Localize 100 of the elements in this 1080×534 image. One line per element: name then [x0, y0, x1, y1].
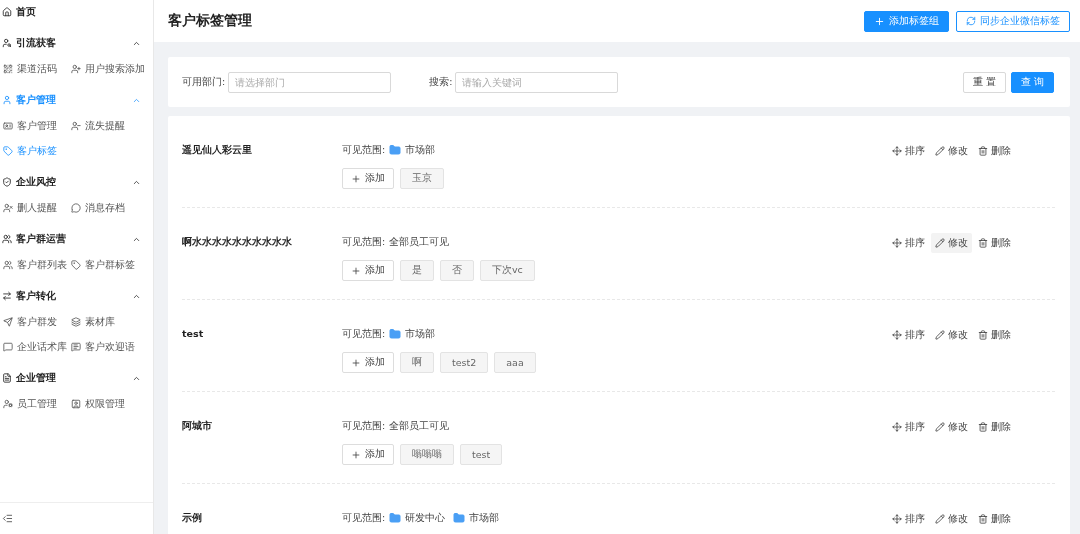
- sort-button[interactable]: 排序: [888, 417, 929, 437]
- home-icon: [2, 7, 12, 17]
- scope-value: 市场部: [405, 327, 436, 341]
- plus-icon: [351, 173, 361, 184]
- tag: 是: [400, 260, 434, 281]
- tag: test2: [440, 352, 489, 373]
- menu-item-icon: [71, 317, 81, 327]
- page-title: 客户标签管理: [168, 12, 253, 30]
- tag-group-name: test: [182, 327, 205, 341]
- folder-icon: [389, 144, 402, 156]
- sidebar-item[interactable]: 客户群列表: [3, 255, 71, 275]
- edit-button[interactable]: 修改: [931, 509, 972, 529]
- tag-group-name: 示例: [182, 511, 203, 525]
- menu-item-icon: [3, 342, 13, 352]
- sidebar-item[interactable]: 客户群发: [3, 312, 71, 332]
- sidebar-item[interactable]: 用户搜索添加: [71, 59, 155, 79]
- sidebar-item[interactable]: 流失提醒: [71, 116, 155, 136]
- tag: aaa: [494, 352, 536, 373]
- tag: test: [460, 444, 503, 465]
- sidebar-group-title[interactable]: 企业风控: [0, 172, 153, 192]
- delete-icon: [978, 422, 988, 432]
- tag-group-name: 遥见仙人彩云里: [182, 143, 253, 157]
- sort-button[interactable]: 排序: [888, 509, 929, 529]
- tag: 否: [440, 260, 474, 281]
- delete-button[interactable]: 删除: [974, 141, 1015, 161]
- edit-icon: [935, 514, 945, 524]
- menu-item-icon: [3, 121, 13, 131]
- delete-button[interactable]: 删除: [974, 233, 1015, 253]
- sidebar-item[interactable]: 企业话术库: [3, 337, 71, 357]
- scope-label: 可见范围:: [342, 143, 386, 157]
- sort-button[interactable]: 排序: [888, 233, 929, 253]
- edit-button[interactable]: 修改: [931, 325, 972, 345]
- delete-icon: [978, 238, 988, 248]
- menu-item-icon: [3, 146, 13, 156]
- tag: 玉京: [400, 168, 444, 189]
- field-label: 搜索:: [429, 75, 453, 89]
- sort-button[interactable]: 排序: [888, 325, 929, 345]
- edit-icon: [935, 330, 945, 340]
- sidebar-item[interactable]: 渠道活码: [3, 59, 71, 79]
- move-icon: [892, 330, 902, 340]
- plus-icon: [351, 449, 361, 460]
- scope-label: 可见范围:: [342, 327, 386, 341]
- plus-icon: [351, 357, 361, 368]
- sort-button[interactable]: 排序: [888, 141, 929, 161]
- sidebar-item[interactable]: 员工管理: [3, 394, 71, 414]
- sidebar-item[interactable]: 素材库: [71, 312, 155, 332]
- menu-item-icon: [3, 64, 13, 74]
- delete-button[interactable]: 删除: [974, 509, 1015, 529]
- input-field[interactable]: 请选择部门: [228, 71, 392, 93]
- folder-icon: [389, 328, 402, 340]
- plus-icon: [351, 265, 361, 276]
- menu-item-icon: [71, 342, 81, 352]
- sidebar-item[interactable]: 删人提醒: [3, 198, 71, 218]
- add-tag-button[interactable]: 添加: [342, 444, 394, 465]
- sidebar-item[interactable]: 客户群标签: [71, 255, 155, 275]
- move-icon: [892, 422, 902, 432]
- menu-item-icon: [71, 64, 81, 74]
- tag-group-name: 啊水水水水水水水水水水: [182, 235, 293, 249]
- scope-value: 市场部: [469, 511, 500, 525]
- reset-button[interactable]: 重 置: [962, 71, 1006, 93]
- input-field[interactable]: 请输入关键词: [455, 71, 619, 93]
- sidebar-group-title[interactable]: 引流获客: [0, 33, 153, 53]
- delete-icon: [978, 330, 988, 340]
- sidebar-item[interactable]: 首页: [0, 2, 153, 22]
- refresh-icon: [966, 16, 976, 26]
- plus-icon: [874, 15, 885, 27]
- tag: 下次vc: [480, 260, 535, 281]
- sidebar-group-title[interactable]: 客户转化: [0, 286, 153, 306]
- add-tag-button[interactable]: 添加: [342, 352, 394, 373]
- scope-label: 可见范围:: [342, 511, 386, 525]
- edit-icon: [935, 238, 945, 248]
- scope-value: 研发中心: [405, 511, 446, 525]
- sidebar-item[interactable]: 客户管理: [3, 116, 71, 136]
- tag: 啊: [400, 352, 434, 373]
- sidebar-group-title[interactable]: 企业管理: [0, 368, 153, 388]
- edit-button[interactable]: 修改: [931, 233, 972, 253]
- sidebar-item[interactable]: 权限管理: [71, 394, 155, 414]
- scope-label: 可见范围:: [342, 419, 386, 433]
- collapse-menu-icon[interactable]: [2, 513, 13, 524]
- edit-button[interactable]: 修改: [931, 417, 972, 437]
- delete-button[interactable]: 删除: [974, 325, 1015, 345]
- sidebar-group-title[interactable]: 客户群运营: [0, 229, 153, 249]
- sidebar-item[interactable]: 客户欢迎语: [71, 337, 155, 357]
- add-tag-button[interactable]: 添加: [342, 168, 394, 189]
- menu-item-icon: [71, 121, 81, 131]
- menu-item-icon: [3, 260, 13, 270]
- scope-value: 市场部: [405, 143, 436, 157]
- delete-button[interactable]: 删除: [974, 417, 1015, 437]
- move-icon: [892, 146, 902, 156]
- menu-item-icon: [3, 399, 13, 409]
- menu-item-icon: [3, 317, 13, 327]
- add-tag-button[interactable]: 添加: [342, 260, 394, 281]
- delete-icon: [978, 514, 988, 524]
- move-icon: [892, 514, 902, 524]
- sidebar-item[interactable]: 消息存档: [71, 198, 155, 218]
- scope-value: 全部员工可见: [389, 419, 450, 433]
- menu-item-icon: [3, 203, 13, 213]
- edit-button[interactable]: 修改: [931, 141, 972, 161]
- folder-icon: [389, 512, 402, 524]
- menu-item-icon: [71, 399, 81, 409]
